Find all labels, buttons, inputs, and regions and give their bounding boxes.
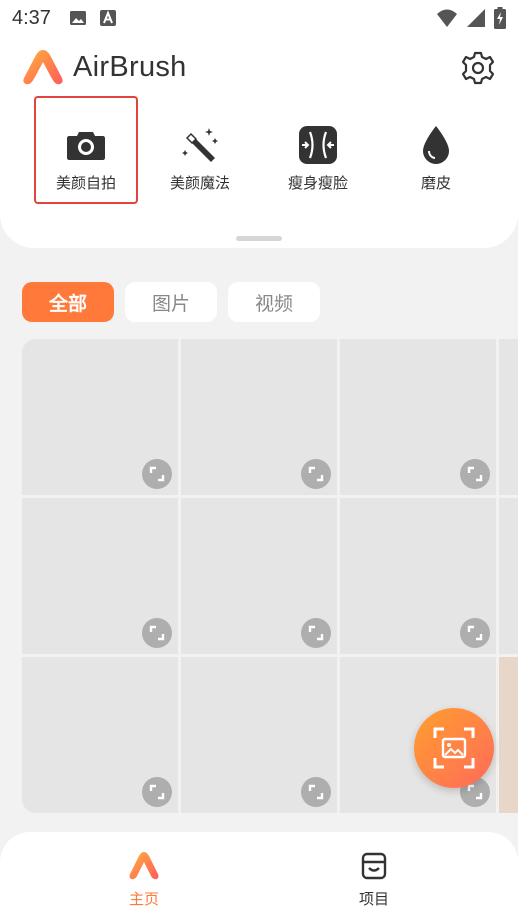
gallery-tile[interactable]: [22, 339, 178, 495]
gallery-tile[interactable]: [340, 498, 496, 654]
nav-home[interactable]: 主页: [84, 850, 204, 909]
gallery-tile[interactable]: [22, 498, 178, 654]
tool-label: 磨皮: [420, 174, 451, 192]
camera-icon: [67, 132, 105, 160]
expand-icon[interactable]: [142, 777, 172, 807]
drag-handle[interactable]: [236, 236, 282, 241]
signal-icon: [467, 9, 485, 27]
expand-icon[interactable]: [301, 618, 331, 648]
a-notification-icon: [99, 10, 116, 26]
tool-label: 美颜自拍: [55, 174, 116, 192]
expand-icon[interactable]: [460, 459, 490, 489]
gear-icon[interactable]: [460, 50, 496, 86]
expand-icon[interactable]: [142, 618, 172, 648]
gallery-tile[interactable]: [181, 339, 337, 495]
tool-slim[interactable]: 瘦身瘦脸: [266, 98, 370, 206]
status-right: [428, 7, 506, 29]
gallery-tile[interactable]: [181, 498, 337, 654]
gallery-tile-peek: [499, 339, 518, 495]
gallery-tile[interactable]: [340, 339, 496, 495]
tool-row: 美颜自拍 美颜魔法 瘦身瘦脸 磨皮: [0, 96, 518, 208]
airbrush-logo-icon: [23, 50, 63, 85]
drop-icon: [423, 126, 449, 164]
filter-images[interactable]: 图片: [125, 282, 217, 322]
expand-icon[interactable]: [301, 777, 331, 807]
top-card: AirBrush 美颜自拍 美颜魔法 瘦身瘦脸 磨皮: [0, 36, 518, 248]
magic-wand-icon: [182, 128, 218, 162]
tool-selfie[interactable]: 美颜自拍: [34, 96, 138, 204]
status-time: 4:37: [12, 6, 51, 29]
home-logo-icon: [129, 852, 159, 880]
battery-charging-icon: [494, 7, 506, 29]
gallery-tile-peek: [499, 498, 518, 654]
bottom-nav: 主页 项目: [0, 832, 518, 922]
nav-label: 项目: [358, 890, 389, 908]
wifi-icon: [437, 9, 457, 27]
app-name: AirBrush: [73, 50, 187, 83]
tool-smooth[interactable]: 磨皮: [384, 98, 488, 206]
tool-label: 美颜魔法: [169, 174, 230, 192]
scan-image-icon: [433, 727, 475, 769]
tool-magic[interactable]: 美颜魔法: [148, 98, 252, 206]
scan-image-button[interactable]: [414, 708, 494, 788]
tool-label: 瘦身瘦脸: [287, 174, 348, 192]
inbox-icon: [361, 852, 387, 880]
status-bar: 4:37: [0, 0, 518, 36]
image-notification-icon: [69, 11, 86, 25]
expand-icon[interactable]: [460, 618, 490, 648]
nav-label: 主页: [128, 890, 159, 908]
nav-projects[interactable]: 项目: [314, 850, 434, 909]
expand-icon[interactable]: [142, 459, 172, 489]
gallery-tile-peek: [499, 657, 518, 813]
slim-body-icon: [299, 126, 337, 164]
filter-tabs: 全部 图片 视频: [22, 282, 331, 322]
gallery-tile[interactable]: [181, 657, 337, 813]
filter-all[interactable]: 全部: [22, 282, 114, 322]
filter-videos[interactable]: 视频: [228, 282, 320, 322]
gallery-tile[interactable]: [22, 657, 178, 813]
expand-icon[interactable]: [301, 459, 331, 489]
brand: AirBrush: [22, 48, 187, 86]
